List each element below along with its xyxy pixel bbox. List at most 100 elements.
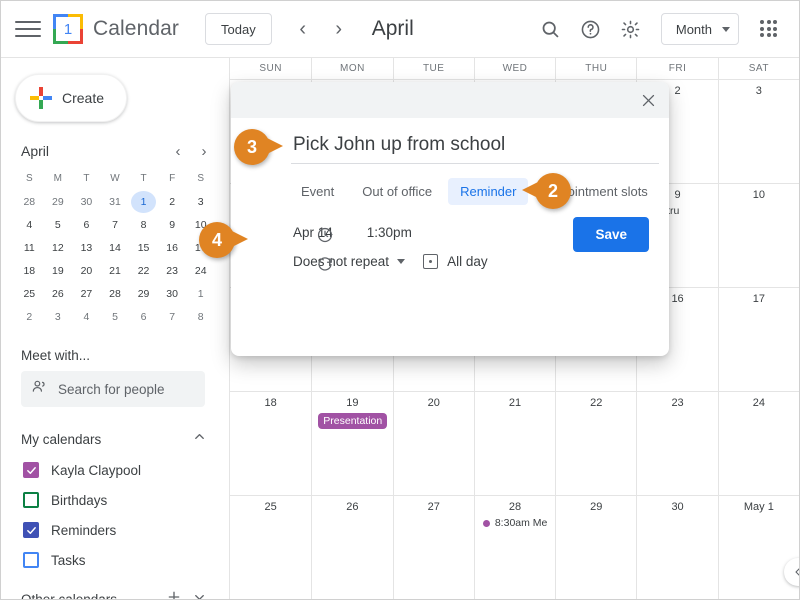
repeat-select[interactable]: Does not repeat <box>293 254 406 269</box>
mini-calendar-day[interactable]: 1 <box>188 283 213 305</box>
help-icon[interactable] <box>573 11 609 47</box>
mini-calendar-day[interactable]: 13 <box>74 237 99 259</box>
today-button[interactable]: Today <box>205 13 272 45</box>
mini-calendar-day[interactable]: 3 <box>188 191 213 213</box>
calendar-day-cell[interactable]: May 1 <box>717 496 799 599</box>
mini-calendar-day[interactable]: 30 <box>74 191 99 213</box>
mini-calendar-day[interactable]: 28 <box>17 191 42 213</box>
save-button[interactable]: Save <box>573 217 649 252</box>
mini-calendar-day[interactable]: 25 <box>17 283 42 305</box>
mini-calendar-day[interactable]: 11 <box>17 237 42 259</box>
create-button[interactable]: Create <box>15 74 127 122</box>
checkbox-unchecked-icon[interactable] <box>23 552 39 568</box>
search-icon[interactable] <box>533 11 569 47</box>
checkbox-checked-icon[interactable] <box>23 462 39 478</box>
time-value[interactable]: 1:30pm <box>367 225 412 240</box>
calendar-day-cell[interactable]: 18 <box>230 392 311 495</box>
mini-calendar-day[interactable]: 2 <box>160 191 185 213</box>
calendar-day-cell[interactable]: 30 <box>636 496 717 599</box>
other-calendars-header[interactable]: Other calendars <box>21 589 207 599</box>
mini-calendar-day[interactable]: 15 <box>131 237 156 259</box>
event-color-dot <box>482 519 490 527</box>
calendar-list-item[interactable]: Reminders <box>1 515 229 545</box>
calendar-event-chip[interactable]: Presentation <box>318 413 387 429</box>
event-type-tab-event[interactable]: Event <box>289 178 346 205</box>
event-type-tab-reminder[interactable]: Reminder <box>448 178 529 205</box>
calendar-day-cell[interactable]: 29 <box>555 496 636 599</box>
calendar-day-cell[interactable]: 17 <box>717 288 799 391</box>
search-people-input[interactable]: Search for people <box>21 371 205 407</box>
apps-grid-icon[interactable] <box>751 11 787 47</box>
mini-calendar-day[interactable]: 31 <box>103 191 128 213</box>
mini-calendar-day[interactable]: 18 <box>17 260 42 282</box>
mini-calendar-dow-6: S <box>197 173 205 184</box>
calendar-day-cell[interactable]: 10 <box>717 184 799 287</box>
calendar-day-cell[interactable]: 27 <box>392 496 474 599</box>
mini-calendar-next-button[interactable]: › <box>193 140 215 162</box>
mini-calendar-day[interactable]: 1 <box>131 191 156 213</box>
plus-icon[interactable] <box>166 589 182 599</box>
chevron-down-icon[interactable] <box>192 590 207 599</box>
event-title-input[interactable] <box>291 132 659 164</box>
mini-calendar-day[interactable]: 8 <box>131 214 156 236</box>
calendar-day-cell[interactable]: 23 <box>636 392 717 495</box>
view-mode-select[interactable]: Month <box>660 13 739 45</box>
mini-calendar-day[interactable]: 28 <box>103 283 128 305</box>
day-number: 23 <box>671 397 684 409</box>
mini-calendar-day[interactable]: 8 <box>188 306 213 328</box>
close-icon[interactable] <box>635 87 661 113</box>
mini-calendar-day[interactable]: 21 <box>103 260 128 282</box>
chevron-up-icon[interactable] <box>192 429 207 449</box>
gear-icon[interactable] <box>613 11 649 47</box>
mini-calendar-day[interactable]: 12 <box>46 237 71 259</box>
mini-calendar-day[interactable]: 29 <box>46 191 71 213</box>
mini-calendar-day[interactable]: 6 <box>131 306 156 328</box>
mini-calendar-day[interactable]: 26 <box>46 283 71 305</box>
calendar-list-item[interactable]: Kayla Claypool <box>1 455 229 485</box>
mini-calendar-day[interactable]: 4 <box>17 214 42 236</box>
calendar-list-item[interactable]: Birthdays <box>1 485 229 515</box>
calendar-list-item[interactable]: Tasks <box>1 545 229 575</box>
mini-calendar-day[interactable]: 7 <box>103 214 128 236</box>
prev-period-button[interactable]: ‹ <box>288 14 318 44</box>
hamburger-menu-icon[interactable] <box>15 16 41 42</box>
mini-calendar-day[interactable]: 23 <box>160 260 185 282</box>
calendar-day-cell[interactable]: 19 Presentation <box>311 392 392 495</box>
day-number: 18 <box>264 397 277 409</box>
mini-calendar-day[interactable]: 29 <box>131 283 156 305</box>
mini-calendar-day[interactable]: 5 <box>103 306 128 328</box>
calendar-day-cell[interactable]: 3 <box>717 80 799 183</box>
mini-calendar-day[interactable]: 4 <box>74 306 99 328</box>
mini-calendar-day[interactable]: 7 <box>160 306 185 328</box>
mini-calendar-day[interactable]: 2 <box>17 306 42 328</box>
mini-calendar-day[interactable]: 22 <box>131 260 156 282</box>
calendar-day-cell[interactable]: 28 8:30am Mе <box>473 496 555 599</box>
header-actions: Month <box>529 11 799 47</box>
event-type-tab-out-of-office[interactable]: Out of office <box>350 178 444 205</box>
calendar-day-cell[interactable]: 24 <box>717 392 799 495</box>
checkbox-unchecked-icon[interactable] <box>23 492 39 508</box>
calendar-day-cell[interactable]: 21 <box>473 392 555 495</box>
app-title: Calendar <box>93 17 180 40</box>
my-calendars-header[interactable]: My calendars <box>21 429 207 449</box>
mini-calendar-day[interactable]: 20 <box>74 260 99 282</box>
calendar-day-cell[interactable]: 22 <box>555 392 636 495</box>
mini-calendar-day[interactable]: 6 <box>74 214 99 236</box>
mini-calendar-prev-button[interactable]: ‹ <box>167 140 189 162</box>
mini-calendar-day[interactable]: 27 <box>74 283 99 305</box>
mini-calendar-day[interactable]: 24 <box>188 260 213 282</box>
all-day-checkbox[interactable]: All day <box>423 254 488 269</box>
calendar-day-cell[interactable]: 20 <box>392 392 474 495</box>
mini-calendar-day[interactable]: 30 <box>160 283 185 305</box>
mini-calendar-day[interactable]: 19 <box>46 260 71 282</box>
mini-calendar-day[interactable]: 5 <box>46 214 71 236</box>
calendar-event-timed[interactable]: 8:30am Mе <box>482 517 549 529</box>
next-period-button[interactable]: › <box>324 14 354 44</box>
calendar-day-cell[interactable]: 26 <box>311 496 392 599</box>
checkbox-checked-icon[interactable] <box>23 522 39 538</box>
mini-calendar-day[interactable]: 9 <box>160 214 185 236</box>
mini-calendar-day[interactable]: 14 <box>103 237 128 259</box>
mini-calendar-day[interactable]: 16 <box>160 237 185 259</box>
mini-calendar-day[interactable]: 3 <box>46 306 71 328</box>
calendar-day-cell[interactable]: 25 <box>230 496 311 599</box>
